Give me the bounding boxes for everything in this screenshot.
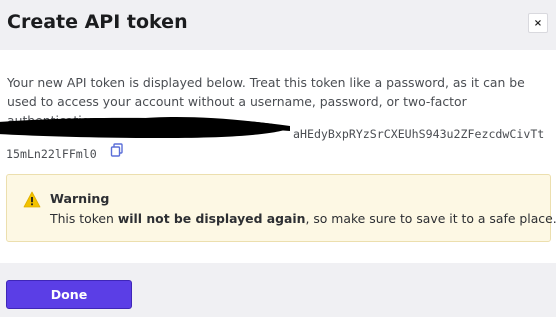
warning-icon xyxy=(23,191,41,208)
warning-title: Warning xyxy=(50,191,110,206)
token-line-2: 15mLn22lFFml0 xyxy=(6,147,97,161)
warning-emphasis: will not be displayed again xyxy=(117,211,306,226)
dialog-footer: Done xyxy=(0,263,556,317)
close-button[interactable]: × xyxy=(528,13,548,33)
close-icon: × xyxy=(533,17,543,29)
dialog-body: Your new API token is displayed below. T… xyxy=(0,50,556,263)
redaction-mark xyxy=(0,117,290,138)
dialog-title: Create API token xyxy=(7,11,188,33)
done-button[interactable]: Done xyxy=(6,280,132,309)
warning-text: This token will not be displayed again, … xyxy=(50,211,556,226)
warning-callout: Warning This token will not be displayed… xyxy=(6,174,556,242)
copy-icon[interactable] xyxy=(110,143,124,157)
dialog-header: Create API token × xyxy=(0,0,556,50)
